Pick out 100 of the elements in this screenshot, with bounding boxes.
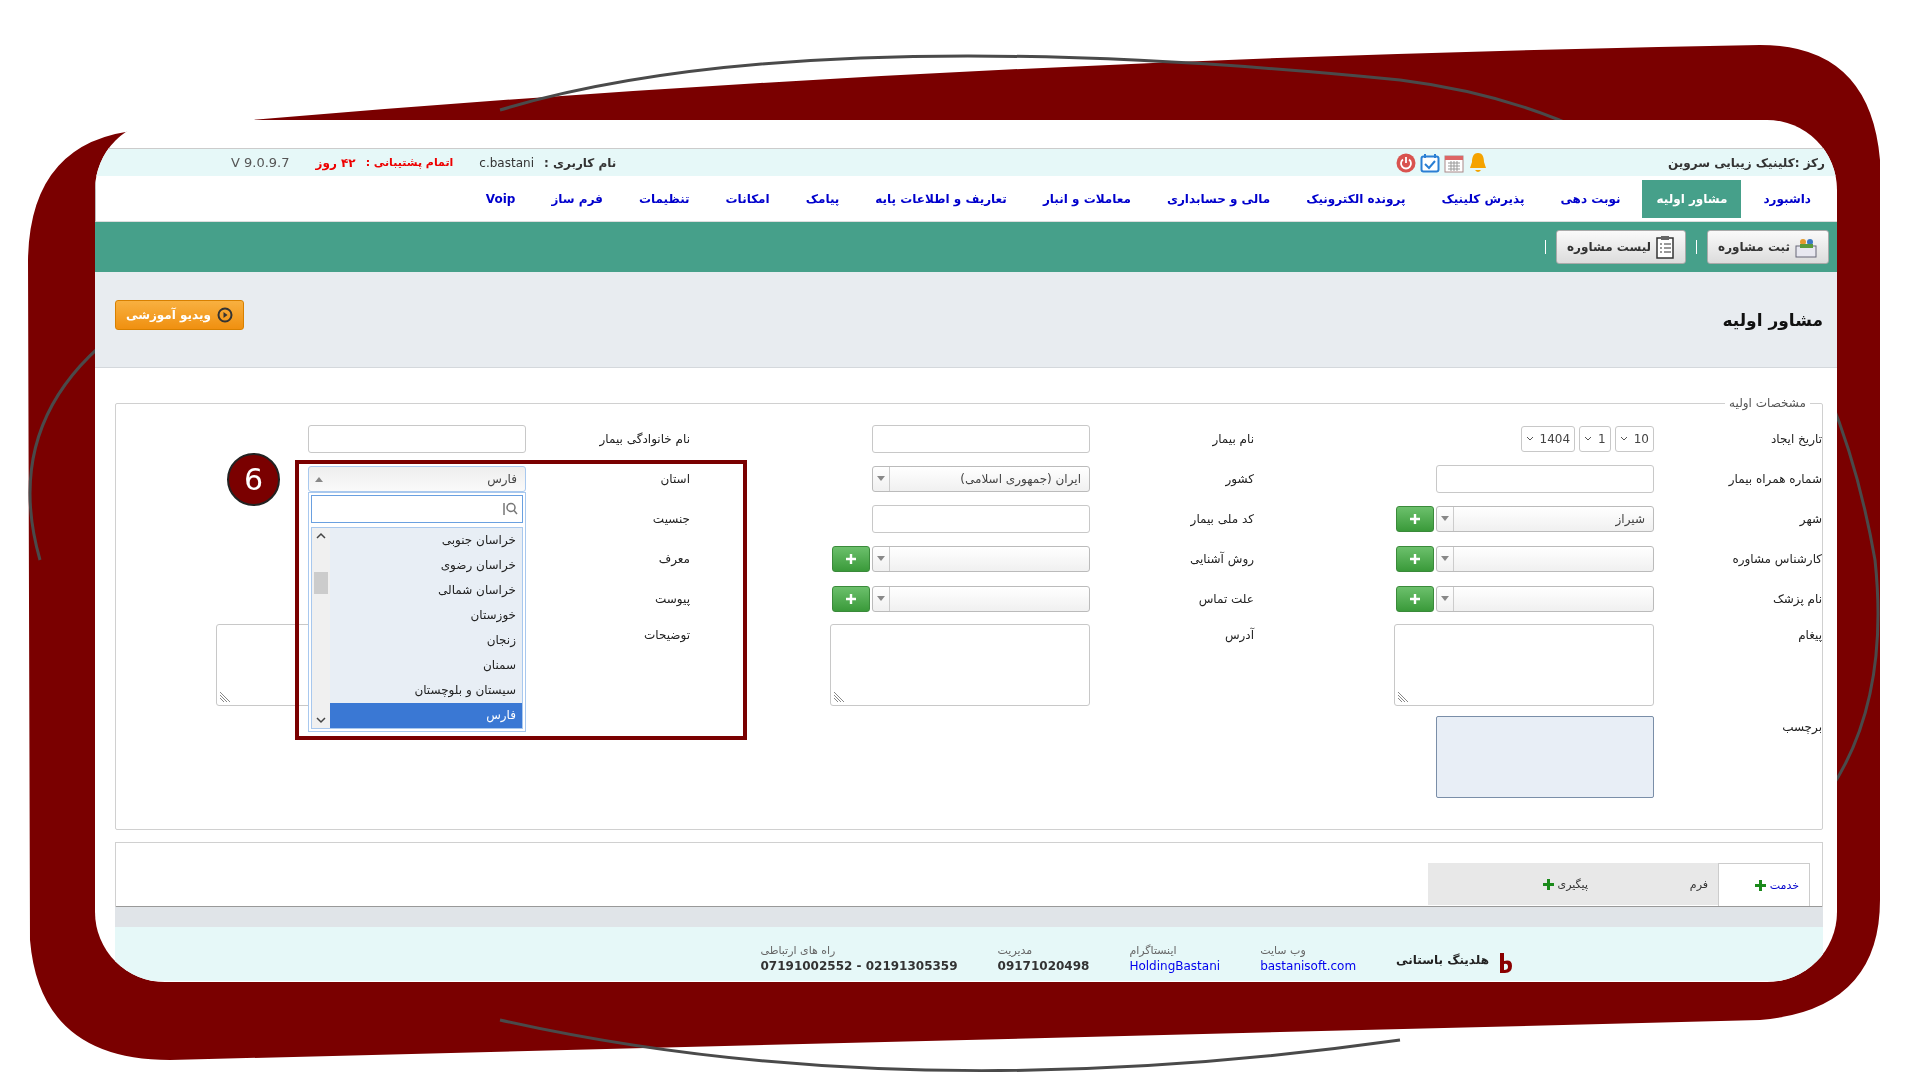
username: c.bastani bbox=[479, 155, 534, 170]
select-field[interactable] bbox=[1436, 546, 1654, 572]
chevron-down-icon bbox=[1584, 436, 1593, 442]
add-button[interactable] bbox=[832, 546, 870, 572]
folder-people-icon bbox=[1794, 236, 1818, 258]
contact-label: اینستاگرام bbox=[1129, 944, 1177, 957]
plus-icon bbox=[1410, 554, 1420, 564]
menu-tab[interactable]: پذیرش کلینیک bbox=[1427, 179, 1539, 218]
contact-label: مدیریت bbox=[997, 944, 1033, 957]
contact-value: 07191002552 - 02191305359 bbox=[760, 959, 958, 973]
caret-down-icon bbox=[1441, 556, 1449, 562]
toolbar-button[interactable]: لیست مشاوره bbox=[1556, 230, 1687, 264]
username-label: نام کاربری : bbox=[544, 155, 617, 170]
field-label: معرف bbox=[657, 552, 690, 566]
text-field[interactable] bbox=[1436, 465, 1654, 493]
plus-icon bbox=[846, 554, 856, 564]
field-label: نام بیمار bbox=[1211, 432, 1254, 446]
clinic-name: رکز :کلینیک زیبایی سروین bbox=[1667, 155, 1825, 170]
plus-icon bbox=[846, 594, 856, 604]
field-label: نام پزشک bbox=[1772, 592, 1822, 606]
menu-tab[interactable]: مالی و حسابداری bbox=[1152, 179, 1285, 218]
chevron-down-icon bbox=[316, 716, 326, 724]
select-field[interactable]: شیراز bbox=[1436, 506, 1654, 532]
field-label: نام خانوادگی بیمار bbox=[598, 432, 690, 446]
chevron-up-icon bbox=[316, 532, 326, 540]
select-field[interactable] bbox=[872, 546, 1090, 572]
field-label: جنسیت bbox=[651, 512, 690, 526]
dropdown-option[interactable]: فارس bbox=[330, 703, 522, 728]
select-field[interactable] bbox=[872, 586, 1090, 612]
add-button[interactable] bbox=[1396, 506, 1434, 532]
plus-icon bbox=[1410, 594, 1420, 604]
page-title: مشاور اولیه bbox=[1722, 309, 1823, 330]
contact-link[interactable]: HoldingBastani bbox=[1129, 959, 1221, 973]
toolbar-button[interactable]: ثبت مشاوره bbox=[1707, 230, 1829, 264]
menu-tab[interactable]: امکانات bbox=[711, 179, 784, 218]
text-field[interactable] bbox=[872, 425, 1090, 453]
menu-tab[interactable]: نوبت دهی bbox=[1546, 179, 1635, 218]
menu-tab[interactable]: پیامک bbox=[791, 179, 854, 218]
date-select[interactable]: 10 bbox=[1614, 426, 1654, 452]
field-label: آدرس bbox=[1223, 626, 1254, 642]
menu-tab[interactable]: پرونده الکترونیک bbox=[1292, 179, 1420, 218]
add-button[interactable] bbox=[832, 586, 870, 612]
contact-label: راه های ارتباطی bbox=[760, 944, 836, 957]
step-number: 6 bbox=[227, 453, 280, 506]
date-select[interactable]: 1 bbox=[1579, 426, 1611, 452]
menu-tab[interactable]: تعاریف و اطلاعات پایه bbox=[861, 179, 1021, 218]
select-field[interactable]: ایران (جمهوری اسلامی) bbox=[872, 466, 1090, 492]
dropdown-option[interactable]: سمنان bbox=[330, 653, 522, 678]
caret-down-icon bbox=[1441, 596, 1449, 602]
search-field[interactable] bbox=[311, 495, 523, 523]
dropdown-option[interactable]: خوزستان bbox=[330, 603, 522, 628]
caret-down-icon bbox=[1441, 516, 1449, 522]
resize-grip-icon bbox=[219, 691, 231, 703]
chevron-down-icon bbox=[1525, 436, 1534, 442]
text-field[interactable] bbox=[872, 505, 1090, 533]
field-label: شماره همراه بیمار bbox=[1727, 472, 1822, 486]
menu-tab[interactable]: معاملات و انبار bbox=[1028, 179, 1145, 218]
tab[interactable]: فرم bbox=[1618, 863, 1718, 905]
contact-label: وب سایت bbox=[1260, 944, 1306, 957]
dropdown-option[interactable]: زنجان bbox=[330, 628, 522, 653]
menu-tab[interactable]: تنظیمات bbox=[624, 179, 704, 218]
contact-link[interactable]: bastanisoft.com bbox=[1260, 959, 1357, 973]
section-legend: مشخصات اولیه bbox=[1725, 396, 1810, 410]
menu-tab[interactable]: Voip bbox=[471, 179, 530, 218]
text-field[interactable] bbox=[308, 425, 526, 453]
tags-field[interactable] bbox=[1436, 716, 1654, 798]
scrollbar-thumb[interactable] bbox=[314, 572, 328, 594]
text-area[interactable] bbox=[1394, 624, 1654, 706]
menu-tab[interactable]: داشبورد bbox=[1749, 179, 1825, 218]
support-label: اتمام پشتیبانی : bbox=[365, 156, 454, 169]
scrollbar[interactable] bbox=[312, 528, 330, 728]
tab[interactable]: پیگیری bbox=[1428, 863, 1618, 905]
add-button[interactable] bbox=[1396, 546, 1434, 572]
caret-down-icon bbox=[877, 596, 885, 602]
menu-tab[interactable]: فرم ساز bbox=[537, 179, 617, 218]
field-label: پیوست bbox=[654, 592, 690, 606]
calendar-icon[interactable] bbox=[1443, 152, 1464, 173]
power-icon[interactable] bbox=[1395, 152, 1416, 173]
dropdown-option[interactable]: خراسان رضوی bbox=[330, 553, 522, 578]
calendar-check-icon[interactable] bbox=[1419, 152, 1440, 173]
text-area[interactable] bbox=[830, 624, 1090, 706]
clipboard-icon bbox=[1655, 235, 1676, 259]
add-button[interactable] bbox=[1396, 586, 1434, 612]
field-label: تاریخ ایجاد bbox=[1769, 432, 1822, 446]
date-select[interactable]: 1404 bbox=[1520, 426, 1576, 452]
select-field[interactable] bbox=[1436, 586, 1654, 612]
field-label: پیغام bbox=[1797, 627, 1822, 642]
dropdown-option[interactable]: خراسان شمالی bbox=[330, 578, 522, 603]
bell-icon[interactable] bbox=[1467, 151, 1488, 174]
search-icon bbox=[502, 502, 518, 516]
tab[interactable]: خدمت bbox=[1718, 863, 1810, 906]
field-label: علت تماس bbox=[1197, 592, 1254, 606]
caret-down-icon bbox=[877, 476, 885, 482]
field-label: کد ملی بیمار bbox=[1189, 512, 1254, 526]
dropdown-option[interactable]: سیستان و بلوچستان bbox=[330, 678, 522, 703]
select-field[interactable]: فارس bbox=[308, 466, 526, 492]
chevron-down-icon bbox=[1619, 436, 1628, 442]
field-label: برچسب bbox=[1781, 719, 1822, 734]
dropdown-option[interactable]: خراسان جنوبی bbox=[330, 528, 522, 553]
field-label: توضیحات bbox=[642, 627, 690, 642]
